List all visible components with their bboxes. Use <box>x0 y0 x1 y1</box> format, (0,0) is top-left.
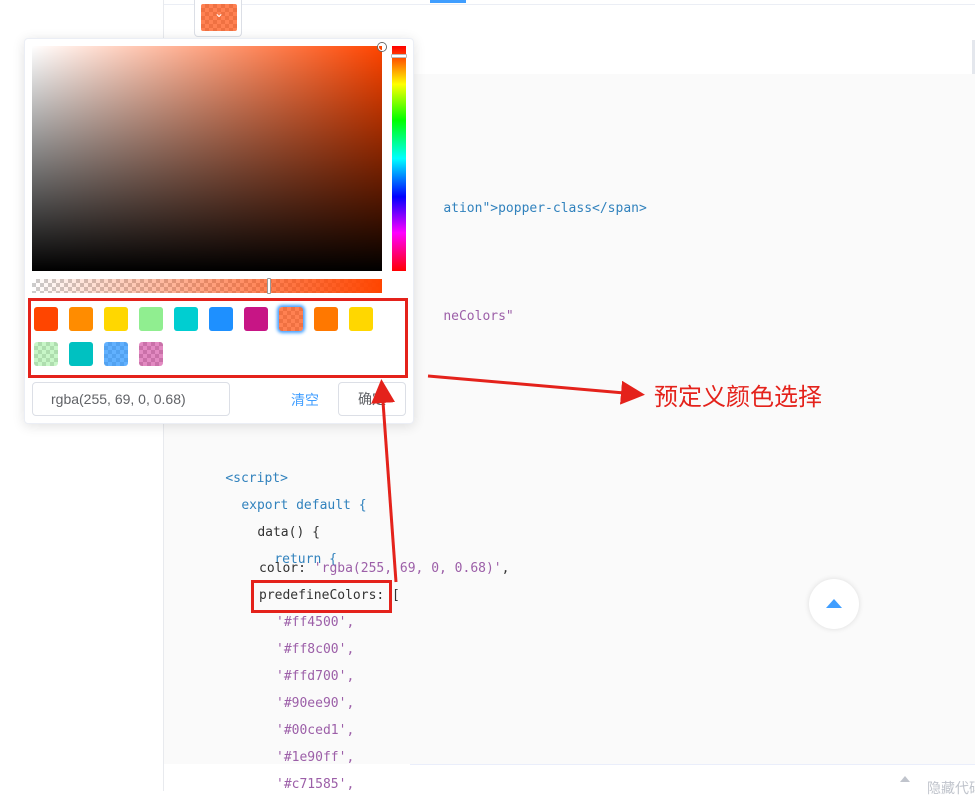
code-line-value: '#1e90ff', <box>276 750 355 765</box>
code-line-color: color: 'rgba(255, 69, 0, 0.68)', <box>259 560 509 578</box>
code-fragment: ation">popper-class</span> <box>443 201 647 216</box>
sv-cursor[interactable] <box>378 43 386 51</box>
alpha-thumb[interactable] <box>267 278 271 294</box>
caret-up-icon <box>826 599 842 608</box>
caret-up-icon <box>900 776 910 782</box>
active-tab-indicator <box>430 0 466 3</box>
code-line-value: '#00ced1', <box>276 723 355 738</box>
hue-slider[interactable] <box>391 46 407 271</box>
code-line-value: '#ffd700', <box>276 669 355 684</box>
highlight-box-predefine <box>28 298 408 378</box>
code-line-value: '#ff4500', <box>276 615 355 630</box>
code-line-attr: ation">popper-class</span> <box>412 182 647 236</box>
code-line-predefine-attr: neColors" <box>412 290 514 344</box>
header-separator <box>164 4 975 5</box>
back-to-top-button[interactable] <box>809 579 859 629</box>
current-color-swatch: ⌄ <box>201 4 237 31</box>
clear-button[interactable]: 清空 <box>291 390 319 410</box>
code-line-value: '#90ee90', <box>276 696 355 711</box>
color-value-input[interactable] <box>32 382 230 416</box>
chevron-down-icon: ⌄ <box>213 6 225 20</box>
code-fragment: , <box>501 561 510 576</box>
hide-code-label: 隐藏代码 <box>927 780 975 796</box>
alpha-gradient <box>32 279 382 293</box>
highlight-box-code <box>251 580 392 613</box>
hue-thumb[interactable] <box>391 54 407 58</box>
code-line-value: '#ff8c00', <box>276 642 355 657</box>
code-fragment: 'rgba(255, 69, 0, 0.68)' <box>313 561 502 576</box>
confirm-button[interactable]: 确定 <box>338 382 406 416</box>
annotation-label: 预定义颜色选择 <box>654 383 822 411</box>
code-fragment: neColors" <box>443 309 514 324</box>
code-fragment: color: <box>259 561 314 576</box>
code-line-value: '#c71585', <box>276 777 355 792</box>
alpha-slider[interactable] <box>32 278 382 294</box>
saturation-value-panel[interactable] <box>32 43 386 271</box>
color-picker-trigger[interactable]: ⌄ <box>194 0 242 37</box>
code-toggle-bar[interactable]: 隐藏代码 <box>410 764 975 796</box>
